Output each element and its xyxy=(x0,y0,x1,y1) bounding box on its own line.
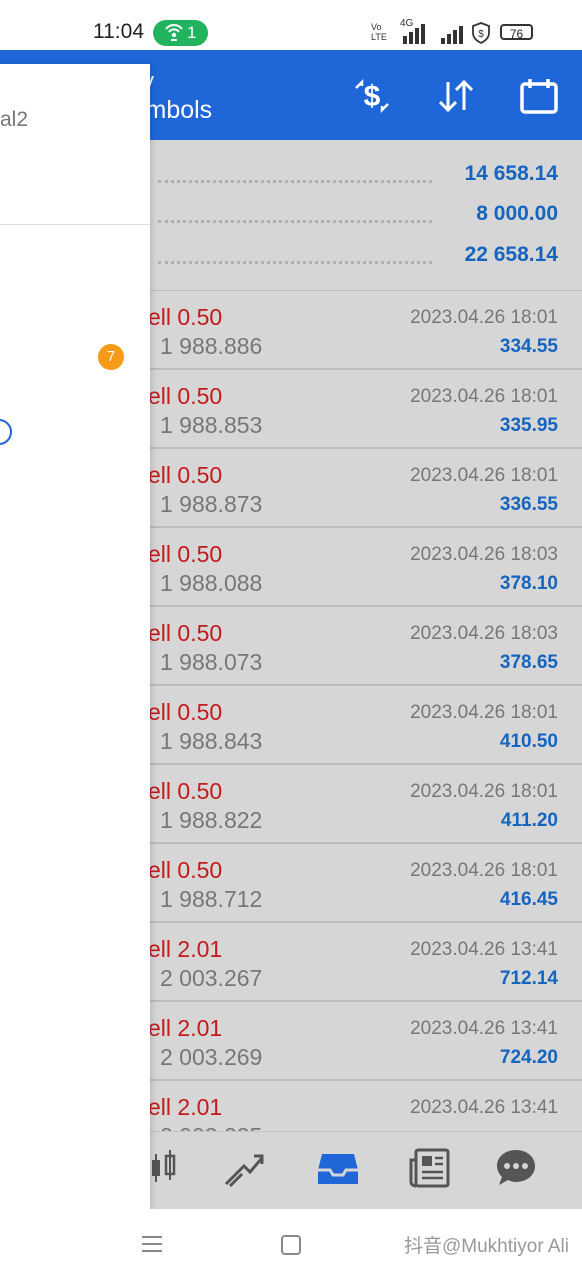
position-profit: 336.55 xyxy=(499,494,558,515)
position-type: ell 0.50 xyxy=(150,778,223,804)
position-profit: 410.50 xyxy=(499,731,558,752)
positions-list[interactable]: ell 0.50 1 988.886 2023.04.26 18:01 334.55 e… xyxy=(150,291,582,1131)
position-row[interactable]: ell 0.50 1 988.843 2023.04.26 18:01 410.50 xyxy=(150,686,582,765)
open-price: 2 003.235 xyxy=(160,1123,262,1131)
position-profit: 712.14 xyxy=(499,968,558,989)
open-time: 2023.04.26 18:01 xyxy=(410,386,558,407)
dotted-leader xyxy=(158,261,432,264)
position-type: ell 2.01 xyxy=(150,1094,223,1120)
security-shield-icon: $ xyxy=(471,22,491,49)
position-type: ell 0.50 xyxy=(150,699,223,725)
position-row[interactable]: ell 2.01 2 003.269 2023.04.26 13:41 724.20 xyxy=(150,1002,582,1081)
navigation-drawer: al2 7 xyxy=(0,64,150,1209)
position-type: ell 2.01 xyxy=(150,936,223,962)
position-row[interactable]: ell 0.50 1 988.073 2023.04.26 18:03 378.65 xyxy=(150,607,582,686)
position-type: ell 0.50 xyxy=(150,462,223,488)
open-time: 2023.04.26 18:01 xyxy=(410,781,558,802)
exchange-dollar-icon[interactable]: $ xyxy=(352,76,392,116)
dotted-leader xyxy=(158,220,432,223)
chat-icon[interactable] xyxy=(494,1146,538,1190)
news-icon[interactable] xyxy=(408,1146,452,1190)
svg-text:$: $ xyxy=(364,80,381,113)
open-price: 1 988.712 xyxy=(160,886,263,912)
history-inbox-icon[interactable] xyxy=(316,1146,360,1190)
profit-value: 8 000.00 xyxy=(476,202,558,225)
battery-icon: 76 xyxy=(500,24,533,41)
position-row[interactable]: ell 0.50 1 988.712 2023.04.26 18:01 416.45 xyxy=(150,844,582,923)
open-time: 2023.04.26 18:01 xyxy=(410,307,558,328)
trade-chart-icon[interactable] xyxy=(222,1146,266,1190)
position-type: ell 0.50 xyxy=(150,620,223,646)
drawer-item-icon[interactable] xyxy=(0,419,12,445)
chart-candles-icon[interactable] xyxy=(148,1146,192,1190)
open-time: 2023.04.26 18:01 xyxy=(410,465,558,486)
svg-text:$: $ xyxy=(478,29,484,40)
menu-icon[interactable] xyxy=(141,1234,163,1254)
summary-row-profit: 8 000.00 xyxy=(150,202,582,232)
position-type: ell 0.50 xyxy=(150,857,223,883)
home-icon[interactable] xyxy=(281,1235,301,1255)
signal-icon-1 xyxy=(401,22,431,44)
position-profit: 335.95 xyxy=(499,415,558,436)
position-row[interactable]: ell 2.01 2 003.235 2023.04.26 13:41 xyxy=(150,1081,582,1131)
position-profit: 416.45 xyxy=(499,889,558,910)
position-profit: 334.55 xyxy=(499,336,558,357)
position-row[interactable]: ell 0.50 1 988.853 2023.04.26 18:01 335.95 xyxy=(150,370,582,449)
calendar-icon[interactable] xyxy=(518,76,558,116)
position-profit: 378.10 xyxy=(499,573,558,594)
open-price: 2 003.267 xyxy=(160,965,263,991)
open-time: 2023.04.26 18:03 xyxy=(410,623,558,644)
volte-icon: Vo LTE xyxy=(371,22,387,42)
watermark: 抖音@Mukhtiyor Ali xyxy=(404,1236,569,1257)
drawer-divider xyxy=(0,224,150,225)
open-time: 2023.04.26 18:01 xyxy=(410,702,558,723)
position-type: ell 0.50 xyxy=(150,304,223,330)
status-time: 11:04 xyxy=(93,20,144,43)
hotspot-count: 1 xyxy=(187,23,197,42)
open-price: 2 003.269 xyxy=(160,1044,263,1070)
equity-value: 22 658.14 xyxy=(464,243,558,266)
open-price: 1 988.853 xyxy=(160,412,263,438)
position-profit: 724.20 xyxy=(499,1047,558,1068)
sort-arrows-icon[interactable] xyxy=(436,76,476,116)
position-type: ell 2.01 xyxy=(150,1015,223,1041)
dotted-leader xyxy=(158,180,432,183)
system-navigation-bar: 抖音@Mukhtiyor Ali xyxy=(0,1209,582,1280)
hotspot-icon xyxy=(163,20,185,54)
position-row[interactable]: ell 0.50 1 988.886 2023.04.26 18:01 334.55 xyxy=(150,291,582,370)
bottom-navigation xyxy=(150,1131,582,1210)
notification-badge: 7 xyxy=(98,344,124,370)
open-time: 2023.04.26 13:41 xyxy=(410,1018,558,1039)
position-profit: 411.20 xyxy=(500,810,558,831)
balance-value: 14 658.14 xyxy=(464,162,558,185)
signal-icon-2 xyxy=(439,22,465,44)
open-price: 1 988.073 xyxy=(160,649,263,675)
open-time: 2023.04.26 18:01 xyxy=(410,860,558,881)
position-row[interactable]: ell 0.50 1 988.873 2023.04.26 18:01 336.55 xyxy=(150,449,582,528)
account-summary: 14 658.14 8 000.00 22 658.14 xyxy=(150,140,582,292)
position-row[interactable]: ell 0.50 1 988.822 2023.04.26 18:01 411.20 xyxy=(150,765,582,844)
open-price: 1 988.843 xyxy=(160,728,263,754)
open-time: 2023.04.26 13:41 xyxy=(410,939,558,960)
position-row[interactable]: ell 0.50 1 988.088 2023.04.26 18:03 378.10 xyxy=(150,528,582,607)
position-type: ell 0.50 xyxy=(150,383,223,409)
drawer-account-label[interactable]: al2 xyxy=(0,108,28,132)
summary-row-equity: 22 658.14 xyxy=(150,243,582,273)
open-time: 2023.04.26 13:41 xyxy=(410,1097,558,1118)
open-time: 2023.04.26 18:03 xyxy=(410,544,558,565)
summary-row-balance: 14 658.14 xyxy=(150,162,582,192)
hotspot-pill: 1 xyxy=(153,20,208,46)
open-price: 1 988.886 xyxy=(160,333,263,359)
open-price: 1 988.822 xyxy=(160,807,263,833)
position-profit: 378.65 xyxy=(499,652,558,673)
position-type: ell 0.50 xyxy=(150,541,223,567)
open-price: 1 988.873 xyxy=(160,491,263,517)
open-price: 1 988.088 xyxy=(160,570,263,596)
position-row[interactable]: ell 2.01 2 003.267 2023.04.26 13:41 712.14 xyxy=(150,923,582,1002)
